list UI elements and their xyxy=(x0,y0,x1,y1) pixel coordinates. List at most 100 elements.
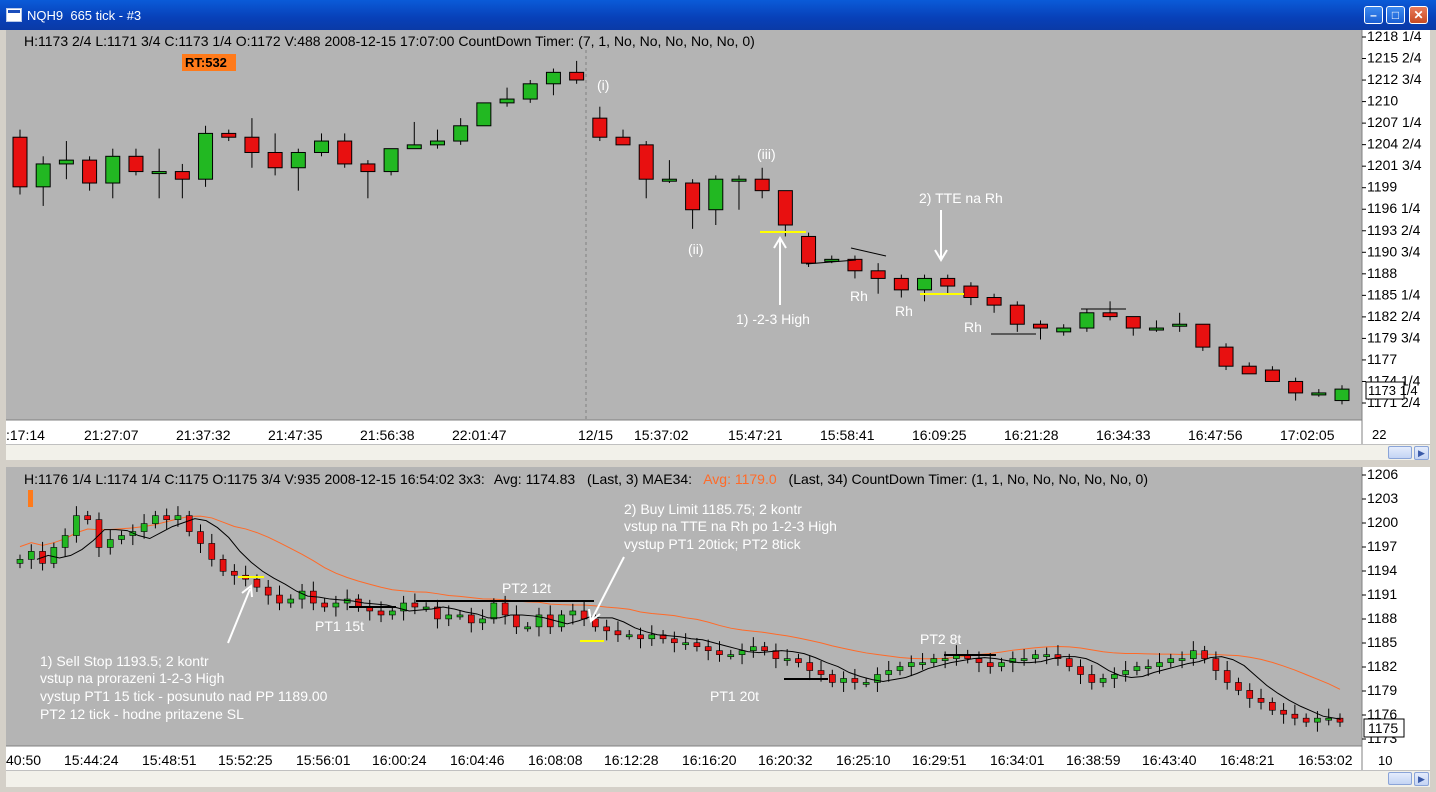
bottom-candle xyxy=(524,626,531,630)
wave-label-iii: (iii) xyxy=(757,146,776,162)
bottom-candle xyxy=(637,634,644,640)
top-candle xyxy=(12,136,28,188)
annotation-tte-rh: 2) TTE na Rh xyxy=(919,190,1003,206)
close-button[interactable]: ✕ xyxy=(1409,6,1428,24)
bottom-candle xyxy=(558,614,565,628)
bottom-candle xyxy=(817,670,825,675)
top-candle xyxy=(685,182,701,211)
bottom-candle xyxy=(840,678,847,683)
top-x-label: 22:01:47 xyxy=(452,427,507,443)
bottom-candle xyxy=(1190,650,1197,659)
bottom-candle xyxy=(998,662,1005,667)
note-1-line2: vstup na prorazeni 1-2-3 High xyxy=(40,670,224,686)
top-y-label: 1196 1/4 xyxy=(1367,200,1421,216)
bottom-scroll-thumb[interactable] xyxy=(1388,772,1412,785)
top-horizontal-scrollbar[interactable]: ▶ xyxy=(6,444,1430,461)
top-candle xyxy=(1032,323,1048,329)
bottom-x-label: 16:53:02 xyxy=(1298,752,1353,768)
bottom-x-label: 16:16:20 xyxy=(682,752,737,768)
bottom-candle xyxy=(772,650,780,659)
bottom-price-chart[interactable]: 1206 1203 1200 1197 1194 1191 1188 1185 1182 1179… xyxy=(6,466,1430,770)
bottom-candle xyxy=(1269,701,1276,711)
top-candle xyxy=(731,178,747,182)
bottom-candle xyxy=(1122,670,1129,675)
bottom-candle xyxy=(479,618,486,624)
top-candle xyxy=(1311,392,1327,396)
bottom-x-label: 16:20:32 xyxy=(758,752,813,768)
bottom-candle xyxy=(118,535,125,540)
top-x-label: 21:27:07 xyxy=(84,427,139,443)
top-y-label: 1177 xyxy=(1367,351,1397,367)
rh-label-3: Rh xyxy=(964,319,982,335)
bottom-y-label: 1194 xyxy=(1367,562,1397,578)
maximize-button[interactable]: □ xyxy=(1386,6,1405,24)
top-candle xyxy=(174,171,190,180)
bottom-candle xyxy=(625,634,633,638)
top-candle xyxy=(661,178,677,182)
bottom-candle xyxy=(885,670,893,675)
top-candle xyxy=(1288,380,1304,394)
top-scroll-right-arrow[interactable]: ▶ xyxy=(1414,446,1429,460)
bottom-candle xyxy=(1088,674,1096,683)
top-chart-header: H:1173 2/4 L:1171 3/4 C:1173 1/4 O:1172 … xyxy=(24,33,755,49)
top-y-label: 1185 1/4 xyxy=(1367,286,1421,302)
bottom-candle xyxy=(377,610,385,616)
header-avg-slow: Avg: 1179.0 xyxy=(703,471,777,487)
top-candle xyxy=(1125,316,1141,329)
bottom-candle xyxy=(106,539,114,548)
bottom-candle xyxy=(783,658,791,661)
bottom-x-label: 15:52:25 xyxy=(218,752,273,768)
bottom-x-label: 16:08:08 xyxy=(528,752,583,768)
bottom-candle xyxy=(140,523,148,532)
bottom-candle xyxy=(1111,674,1118,679)
top-candle xyxy=(986,297,1002,306)
pt2-12t-label: PT2 12t xyxy=(502,580,551,596)
bottom-candle xyxy=(332,602,340,608)
bottom-candle xyxy=(84,515,91,520)
bottom-x-label: 16:38:59 xyxy=(1066,752,1121,768)
bottom-candle xyxy=(1235,682,1242,691)
rh-label-2: Rh xyxy=(895,303,913,319)
bottom-candle xyxy=(1291,713,1299,719)
bottom-last-price-label: 1175 xyxy=(1368,720,1398,736)
bottom-candle xyxy=(862,682,870,685)
top-candle xyxy=(592,117,608,138)
bottom-candle xyxy=(1302,717,1310,723)
pt1-20t-label: PT1 20t xyxy=(710,688,759,704)
top-candle xyxy=(708,178,724,211)
bottom-scroll-right-arrow[interactable]: ▶ xyxy=(1414,772,1429,786)
bottom-candle xyxy=(152,515,159,524)
top-candle xyxy=(522,83,538,100)
top-y-label: 1215 2/4 xyxy=(1367,50,1422,66)
bottom-candle xyxy=(513,614,520,628)
bottom-candle xyxy=(445,614,453,620)
top-candle xyxy=(476,102,492,127)
bottom-candle xyxy=(614,630,622,636)
top-price-chart[interactable]: 1218 1/4 1215 2/4 1212 3/4 1210 1207 1/4 1204… xyxy=(6,28,1430,444)
top-x-label: 12/15 xyxy=(578,427,613,443)
top-x-label: 21:47:35 xyxy=(268,427,323,443)
top-candle xyxy=(1056,327,1072,333)
bottom-candle xyxy=(1065,658,1073,667)
top-y-label: 1207 1/4 xyxy=(1367,114,1422,130)
top-x-label: 15:58:41 xyxy=(820,427,875,443)
bottom-horizontal-scrollbar[interactable]: ▶ xyxy=(6,770,1430,787)
top-candle xyxy=(1241,365,1257,375)
pt1-15t-label: PT1 15t xyxy=(315,618,364,634)
top-candle xyxy=(615,136,631,146)
window-icon xyxy=(6,8,22,22)
bottom-candle xyxy=(727,654,735,657)
axis-corner: 22 xyxy=(1372,427,1386,442)
bottom-candle xyxy=(264,586,272,596)
bottom-candle xyxy=(1144,666,1152,669)
minimize-button[interactable]: – xyxy=(1364,6,1383,24)
bottom-x-label: 15:48:51 xyxy=(142,752,197,768)
bottom-candle xyxy=(738,650,746,655)
bottom-candle xyxy=(276,594,283,604)
top-scroll-thumb[interactable] xyxy=(1388,446,1412,459)
top-candle xyxy=(58,159,74,165)
bottom-candle xyxy=(355,598,362,608)
bottom-x-label: 16:25:10 xyxy=(836,752,891,768)
bottom-candle xyxy=(704,646,712,651)
top-x-label: 21:56:38 xyxy=(360,427,415,443)
